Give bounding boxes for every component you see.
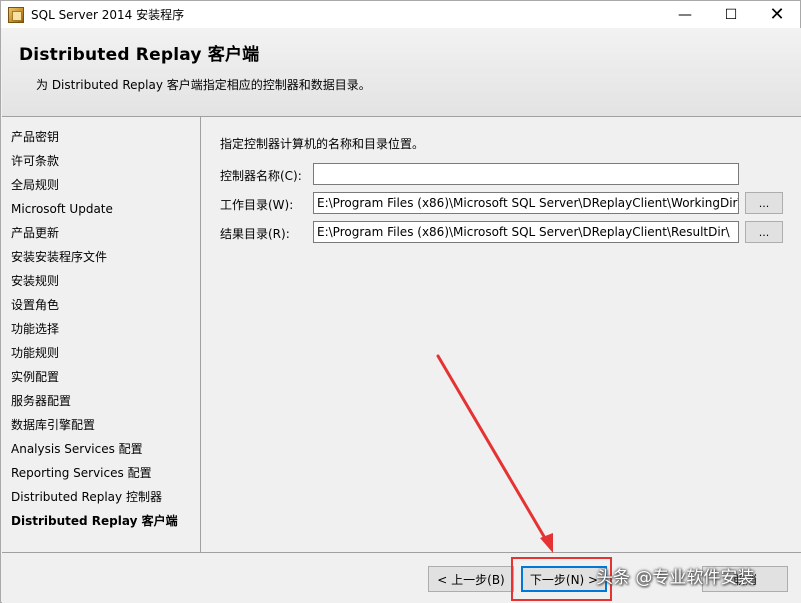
sidebar-step-item[interactable]: Distributed Replay 控制器 <box>2 485 200 509</box>
sidebar-step-item[interactable]: 功能选择 <box>2 317 200 341</box>
sidebar-step-item[interactable]: 数据库引擎配置 <box>2 413 200 437</box>
sql-server-setup-icon <box>8 6 24 23</box>
sidebar-step-item[interactable]: Reporting Services 配置 <box>2 461 200 485</box>
watermark-text: 头条 @专业软件安装 <box>596 568 755 588</box>
minimize-button[interactable]: — <box>662 1 708 28</box>
window-title: SQL Server 2014 安装程序 <box>31 8 185 22</box>
sidebar-step-item[interactable]: Microsoft Update <box>2 197 200 221</box>
close-icon: ✕ <box>769 4 785 25</box>
sidebar-step-item[interactable]: 许可条款 <box>2 149 200 173</box>
controller-name-input[interactable] <box>313 163 739 185</box>
sidebar-step-item[interactable]: 实例配置 <box>2 365 200 389</box>
sidebar-step-item[interactable]: 产品密钥 <box>2 125 200 149</box>
maximize-button[interactable]: ☐ <box>708 1 754 28</box>
title-bar[interactable]: SQL Server 2014 安装程序 — ☐ ✕ <box>1 1 800 28</box>
sidebar-step-item[interactable]: 安装安装程序文件 <box>2 245 200 269</box>
minimize-icon: — <box>678 6 692 23</box>
result-dir-label: 结果目录(R): <box>220 227 290 241</box>
sidebar-step-item[interactable]: 服务器配置 <box>2 389 200 413</box>
sidebar-step-item[interactable]: Analysis Services 配置 <box>2 437 200 461</box>
working-dir-label: 工作目录(W): <box>220 198 294 212</box>
sidebar-step-item[interactable]: 功能规则 <box>2 341 200 365</box>
sidebar-step-item[interactable]: 全局规则 <box>2 173 200 197</box>
page-header: Distributed Replay 客户端 为 Distributed Rep… <box>2 28 801 117</box>
result-dir-input[interactable]: E:\Program Files (x86)\Microsoft SQL Ser… <box>313 221 739 243</box>
page-subtitle: 为 Distributed Replay 客户端指定相应的控制器和数据目录。 <box>36 78 371 92</box>
sidebar-step-item[interactable]: 安装规则 <box>2 269 200 293</box>
page-title: Distributed Replay 客户端 <box>19 45 260 65</box>
next-button[interactable]: 下一步(N) > <box>521 566 607 592</box>
sidebar-step-item[interactable]: 设置角色 <box>2 293 200 317</box>
instruction-text: 指定控制器计算机的名称和目录位置。 <box>220 137 425 151</box>
close-button[interactable]: ✕ <box>754 1 800 28</box>
controller-name-label: 控制器名称(C): <box>220 169 302 183</box>
wizard-steps-sidebar: 产品密钥 许可条款 全局规则 Microsoft Update 产品更新 安装安装程序文件… <box>2 117 201 552</box>
working-dir-browse-button[interactable]: ... <box>745 192 783 214</box>
maximize-icon: ☐ <box>724 6 738 23</box>
main-content: 指定控制器计算机的名称和目录位置。 控制器名称(C): 工作目录(W): E:\… <box>202 117 801 552</box>
sidebar-step-item[interactable]: 产品更新 <box>2 221 200 245</box>
installer-window: SQL Server 2014 安装程序 — ☐ ✕ Distributed R… <box>0 0 801 603</box>
window-controls: — ☐ ✕ <box>662 1 800 28</box>
result-dir-browse-button[interactable]: ... <box>745 221 783 243</box>
previous-button[interactable]: < 上一步(B) <box>428 566 514 592</box>
sidebar-step-item[interactable]: Distributed Replay 客户端 <box>2 509 200 533</box>
working-dir-input[interactable]: E:\Program Files (x86)\Microsoft SQL Ser… <box>313 192 739 214</box>
